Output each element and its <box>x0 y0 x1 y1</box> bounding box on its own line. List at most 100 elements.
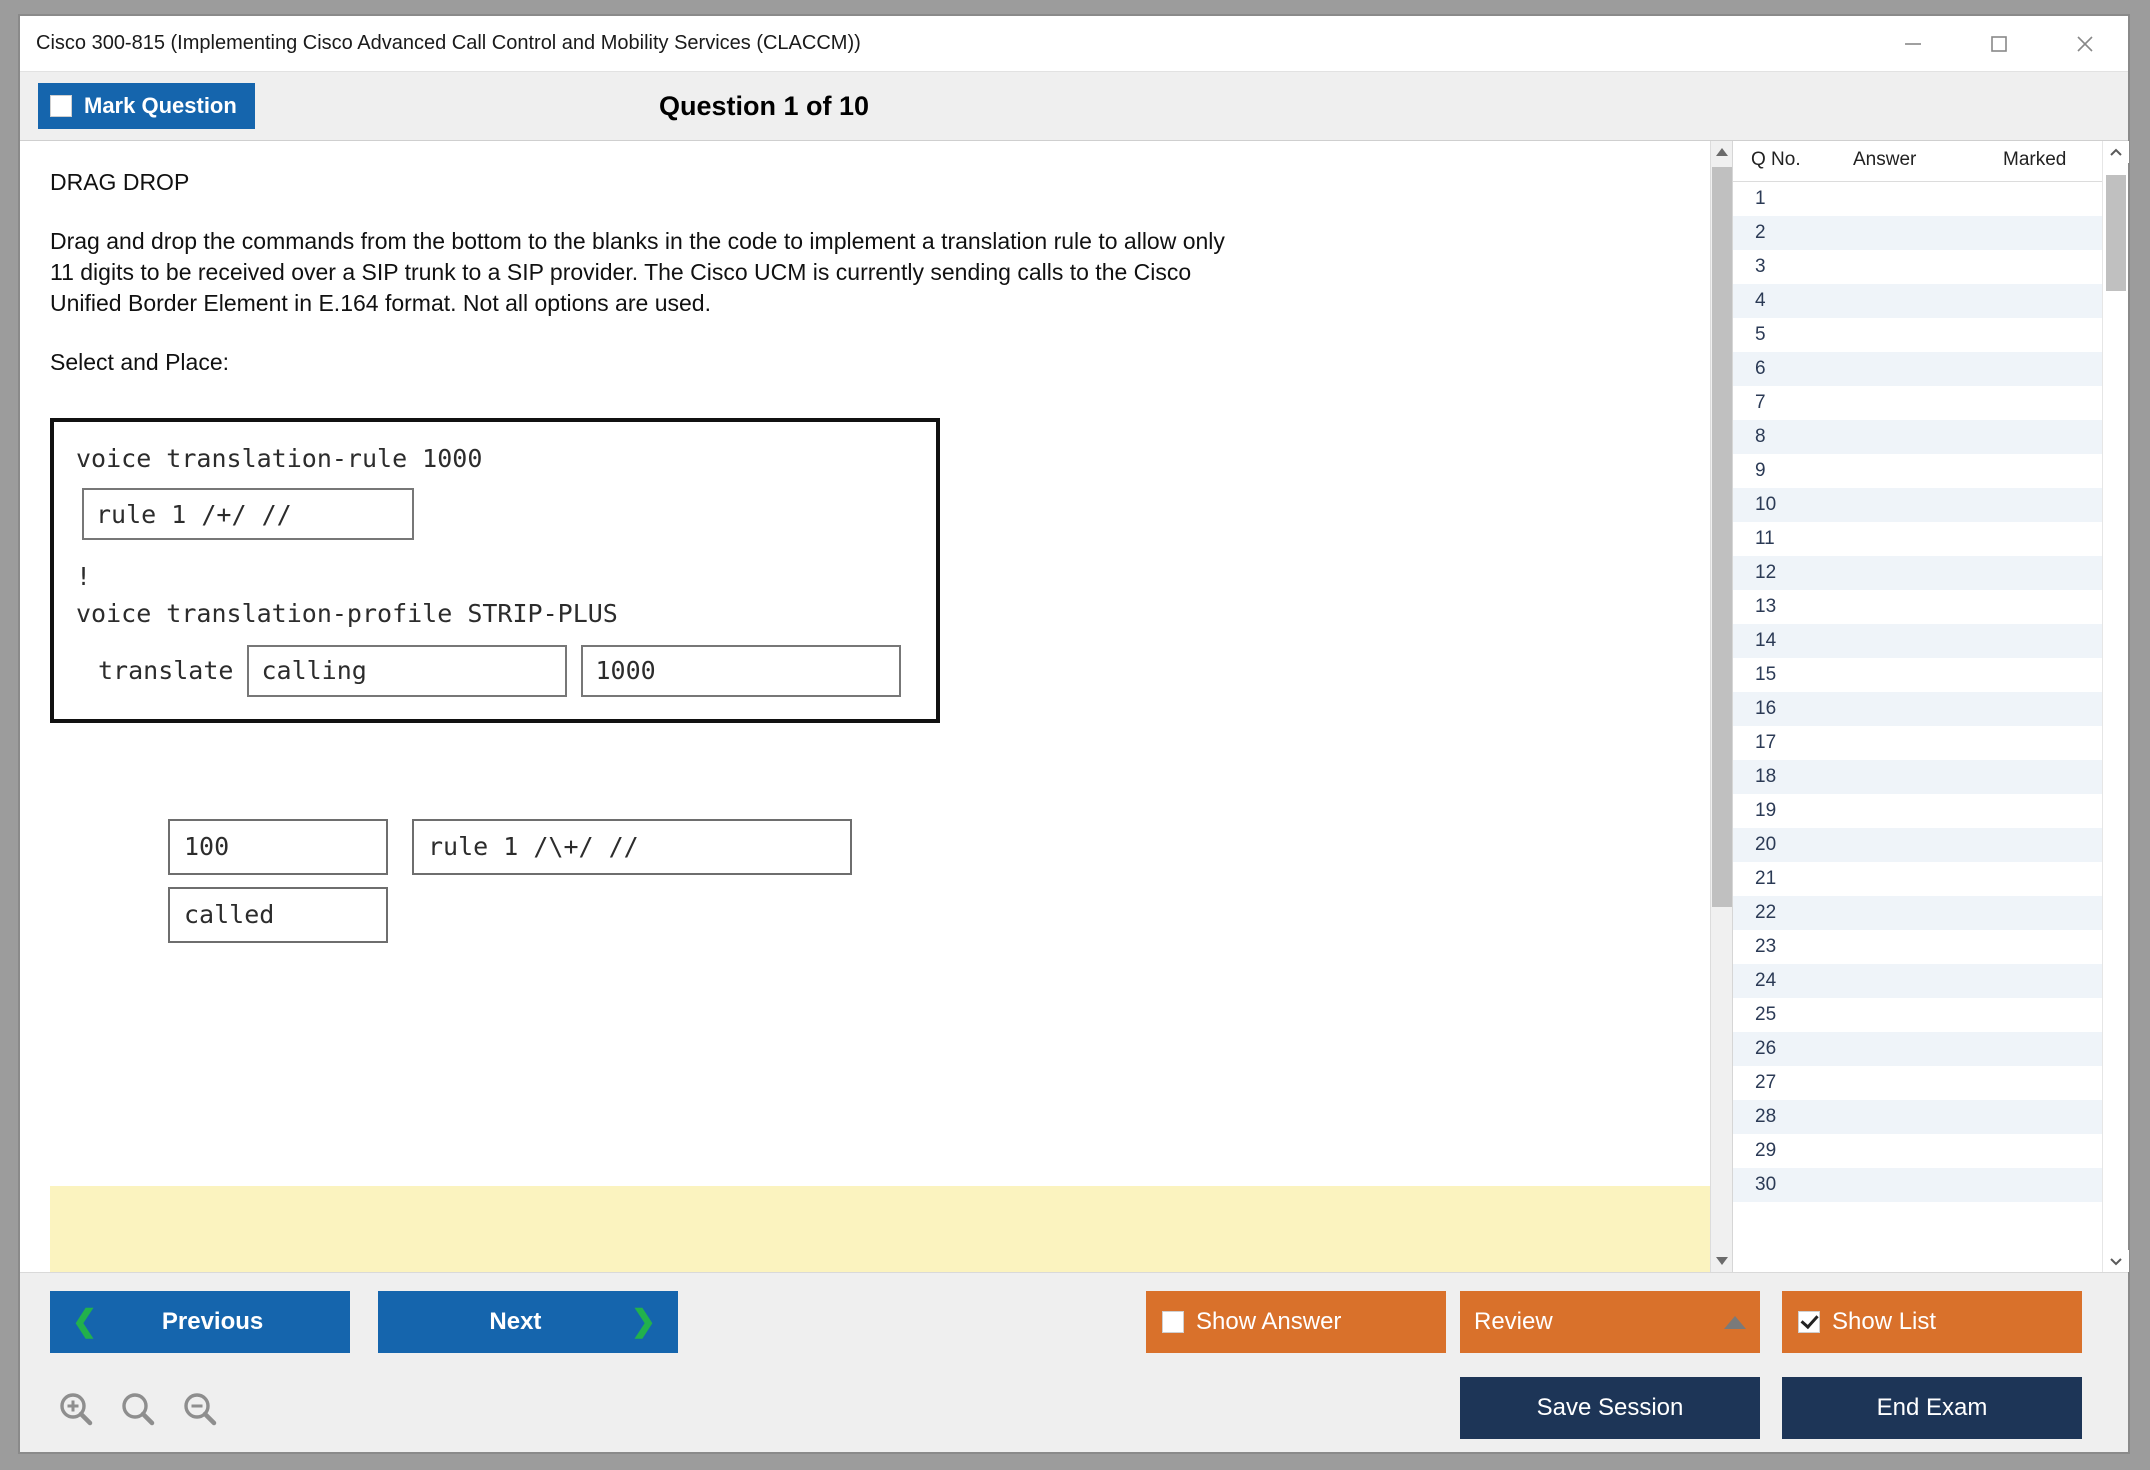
table-row[interactable]: 18 <box>1733 760 2128 794</box>
drag-option-called[interactable]: called <box>168 886 388 943</box>
zoom-in-icon[interactable] <box>56 1390 96 1430</box>
table-row[interactable]: 4 <box>1733 284 2128 318</box>
row-question-number: 4 <box>1755 290 1766 311</box>
table-row[interactable]: 16 <box>1733 692 2128 726</box>
window-controls <box>1870 16 2128 71</box>
table-row[interactable]: 17 <box>1733 726 2128 760</box>
previous-button[interactable]: ❮ Previous <box>50 1291 350 1353</box>
minimize-icon[interactable] <box>1870 16 1956 71</box>
table-row[interactable]: 3 <box>1733 250 2128 284</box>
mark-question-label: Mark Question <box>84 93 237 118</box>
chevron-right-icon: ❯ <box>630 1305 656 1338</box>
list-scroll-up-icon[interactable] <box>2103 141 2129 163</box>
question-prompt: Drag and drop the commands from the bott… <box>50 228 1225 317</box>
row-question-number: 21 <box>1755 868 1777 889</box>
row-question-number: 3 <box>1755 256 1766 277</box>
row-answer <box>1853 760 2003 794</box>
table-row[interactable]: 6 <box>1733 352 2128 386</box>
table-row[interactable]: 14 <box>1733 624 2128 658</box>
drop-slot-rule[interactable]: rule 1 /+/ // <box>82 488 414 541</box>
show-list-button[interactable]: Show List <box>1782 1291 2082 1353</box>
table-row[interactable]: 15 <box>1733 658 2128 692</box>
table-row[interactable]: 13 <box>1733 590 2128 624</box>
table-row[interactable]: 5 <box>1733 318 2128 352</box>
row-question-number: 16 <box>1755 698 1777 719</box>
drag-option-100[interactable]: 100 <box>168 818 388 875</box>
column-header-answer: Answer <box>1853 149 1917 170</box>
table-row[interactable]: 11 <box>1733 522 2128 556</box>
maximize-icon[interactable] <box>1956 16 2042 71</box>
table-row[interactable]: 22 <box>1733 896 2128 930</box>
table-row[interactable]: 8 <box>1733 420 2128 454</box>
table-row[interactable]: 1 <box>1733 182 2128 216</box>
zoom-tools <box>56 1390 220 1430</box>
table-row[interactable]: 27 <box>1733 1066 2128 1100</box>
previous-label: Previous <box>161 1308 264 1335</box>
question-list-scrollbar[interactable] <box>2102 141 2129 1272</box>
next-label: Next <box>489 1308 542 1335</box>
row-answer <box>1853 1032 2003 1066</box>
table-row[interactable]: 29 <box>1733 1134 2128 1168</box>
body-split: DRAG DROP Drag and drop the commands fro… <box>20 140 2129 1272</box>
show-answer-button[interactable]: Show Answer <box>1146 1291 1446 1353</box>
table-row[interactable]: 21 <box>1733 862 2128 896</box>
table-row[interactable]: 20 <box>1733 828 2128 862</box>
row-answer <box>1853 726 2003 760</box>
table-row[interactable]: 25 <box>1733 998 2128 1032</box>
show-list-checkbox[interactable] <box>1798 1311 1820 1333</box>
zoom-out-icon[interactable] <box>180 1390 220 1430</box>
row-question-number: 10 <box>1755 494 1777 515</box>
code-line-2: voice translation-profile STRIP-PLUS <box>76 598 618 628</box>
mark-question-button[interactable]: Mark Question <box>38 83 255 129</box>
row-answer <box>1853 964 2003 998</box>
row-question-number: 2 <box>1755 222 1766 243</box>
close-icon[interactable] <box>2042 16 2128 71</box>
table-row[interactable]: 30 <box>1733 1168 2128 1202</box>
review-label: Review <box>1474 1308 1553 1335</box>
table-row[interactable]: 19 <box>1733 794 2128 828</box>
scroll-down-icon[interactable] <box>1711 1250 1732 1272</box>
row-question-number: 14 <box>1755 630 1777 651</box>
table-row[interactable]: 7 <box>1733 386 2128 420</box>
table-row[interactable]: 9 <box>1733 454 2128 488</box>
row-question-number: 24 <box>1755 970 1777 991</box>
drag-options-area: 100 rule 1 /\+/ // called <box>168 818 1068 943</box>
mark-question-checkbox[interactable] <box>50 95 72 117</box>
table-row[interactable]: 2 <box>1733 216 2128 250</box>
table-row[interactable]: 28 <box>1733 1100 2128 1134</box>
row-answer <box>1853 930 2003 964</box>
save-session-button[interactable]: Save Session <box>1460 1377 1760 1439</box>
end-exam-button[interactable]: End Exam <box>1782 1377 2082 1439</box>
drop-slot-calling[interactable]: calling <box>247 644 568 697</box>
row-answer <box>1853 216 2003 250</box>
question-list-scrollbar-thumb[interactable] <box>2106 175 2126 291</box>
answer-banner <box>50 1186 1710 1272</box>
list-scroll-down-icon[interactable] <box>2103 1250 2129 1272</box>
translate-row: translate calling 1000 <box>76 644 914 697</box>
row-question-number: 13 <box>1755 596 1777 617</box>
row-answer <box>1853 1066 2003 1100</box>
drag-option-rule[interactable]: rule 1 /\+/ // <box>412 818 852 875</box>
show-answer-checkbox[interactable] <box>1162 1311 1184 1333</box>
table-row[interactable]: 10 <box>1733 488 2128 522</box>
table-row[interactable]: 23 <box>1733 930 2128 964</box>
content-scrollbar-thumb[interactable] <box>1712 167 1732 907</box>
drop-slot-rule-number[interactable]: 1000 <box>581 644 902 697</box>
scroll-up-icon[interactable] <box>1711 141 1732 163</box>
content-scrollbar[interactable] <box>1710 141 1732 1272</box>
chevron-left-icon: ❮ <box>72 1305 98 1338</box>
row-question-number: 19 <box>1755 800 1777 821</box>
row-question-number: 11 <box>1755 528 1775 549</box>
row-answer <box>1853 386 2003 420</box>
show-list-label: Show List <box>1832 1308 1937 1335</box>
table-row[interactable]: 12 <box>1733 556 2128 590</box>
code-block: voice translation-rule 1000 rule 1 /+/ /… <box>50 418 940 723</box>
table-row[interactable]: 26 <box>1733 1032 2128 1066</box>
next-button[interactable]: Next ❯ <box>378 1291 678 1353</box>
row-question-number: 25 <box>1755 1004 1777 1025</box>
review-dropdown-button[interactable]: Review <box>1460 1291 1760 1353</box>
table-row[interactable]: 24 <box>1733 964 2128 998</box>
row-answer <box>1853 692 2003 726</box>
row-question-number: 29 <box>1755 1140 1777 1161</box>
zoom-reset-icon[interactable] <box>118 1390 158 1430</box>
